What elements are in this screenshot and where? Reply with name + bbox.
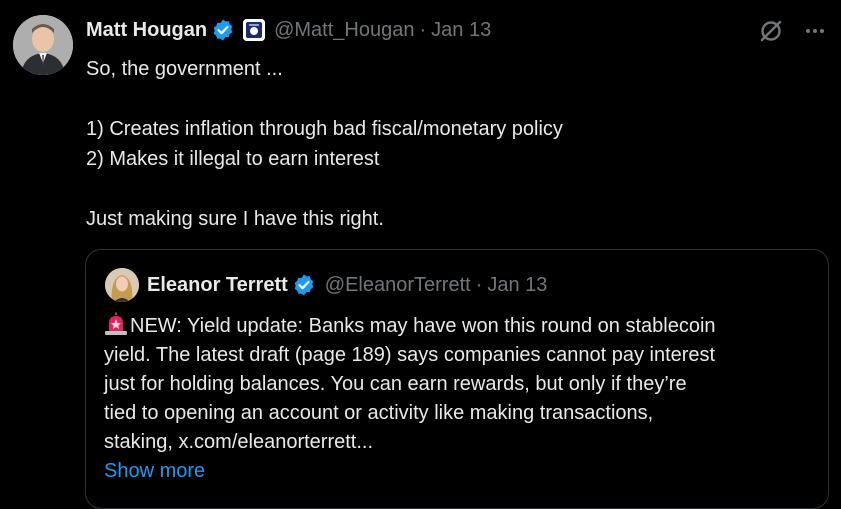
tweet-line: 1) Creates inflation through bad fiscal/…	[86, 118, 563, 140]
quoted-tweet-line: staking, x.com/eleanorterrett...	[104, 431, 374, 453]
quoted-tweet[interactable]: Eleanor Terrett @EleanorTerrett · Jan 13…	[85, 249, 829, 509]
author-handle[interactable]: @Matt_Hougan	[274, 19, 414, 42]
tweet-line: Just making sure I have this right.	[86, 208, 384, 230]
quoted-author-handle[interactable]: @EleanorTerrett	[325, 274, 471, 297]
tweet-header: Matt Hougan @Matt_Hougan · Jan 13	[86, 17, 491, 43]
tweet-line	[86, 174, 826, 204]
tweet-line: So, the government ...	[86, 58, 283, 80]
quoted-tweet-line: NEW: Yield update: Banks may have won th…	[104, 312, 819, 341]
quoted-line-text: NEW: Yield update: Banks may have won th…	[130, 315, 716, 337]
tweet-actions-top	[757, 17, 829, 45]
affiliate-badge-icon[interactable]	[243, 19, 266, 41]
quoted-author-avatar[interactable]	[105, 268, 139, 302]
quoted-tweet-header: Eleanor Terrett @EleanorTerrett · Jan 13	[147, 272, 547, 298]
quoted-author-name[interactable]: Eleanor Terrett	[147, 274, 288, 297]
separator-dot: ·	[475, 273, 483, 296]
author-name[interactable]: Matt Hougan	[86, 19, 207, 42]
tweet-text: So, the government ... 1) Creates inflat…	[86, 54, 826, 234]
separator-dot: ·	[419, 18, 427, 41]
tweet-date[interactable]: Jan 13	[431, 19, 491, 42]
police-light-emoji-icon	[104, 312, 128, 336]
tweet-line: 2) Makes it illegal to earn interest	[86, 148, 380, 170]
verified-badge-icon[interactable]	[211, 18, 235, 42]
tweet-line	[86, 84, 826, 114]
quoted-tweet-line: just for holding balances. You can earn …	[104, 373, 687, 395]
quoted-tweet-line: tied to opening an account or activity l…	[104, 402, 654, 424]
quoted-tweet-text: NEW: Yield update: Banks may have won th…	[104, 312, 819, 486]
more-options-icon[interactable]	[801, 17, 829, 45]
author-avatar[interactable]	[13, 15, 73, 75]
quoted-tweet-line: yield. The latest draft (page 189) says …	[104, 344, 716, 366]
quoted-tweet-date[interactable]: Jan 13	[487, 274, 547, 297]
show-more-link[interactable]: Show more	[104, 460, 205, 482]
grok-icon[interactable]	[757, 17, 785, 45]
verified-badge-icon[interactable]	[292, 273, 316, 297]
